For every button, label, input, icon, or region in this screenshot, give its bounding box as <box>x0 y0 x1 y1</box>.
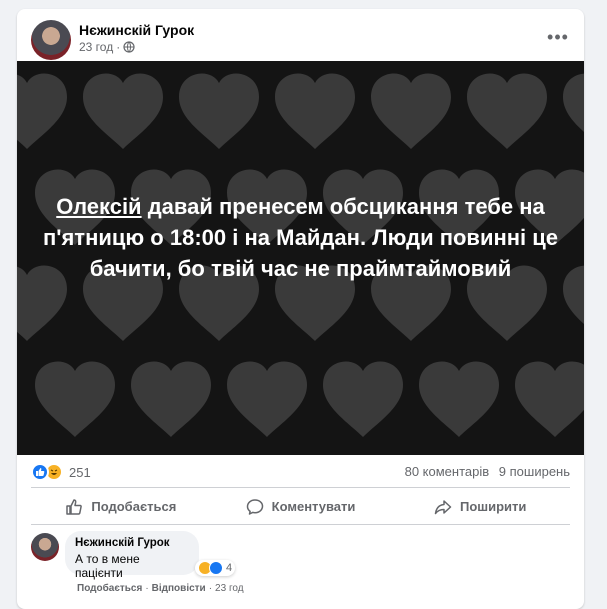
comments-count[interactable]: 80 коментарів <box>405 464 490 479</box>
post-card: Нєжинскій Гурок 23 год · ••• Олексій дав… <box>17 9 584 609</box>
engagement-counts: 80 коментарів 9 поширень <box>405 464 570 479</box>
comment-like-link[interactable]: Подобається <box>77 583 142 594</box>
heart-shape <box>515 361 584 437</box>
globe-icon <box>123 41 135 53</box>
thumbs-up-icon <box>66 498 83 515</box>
action-row: Подобається Коментувати Поширити <box>31 489 570 525</box>
share-arrow-icon <box>434 499 452 514</box>
author-avatar[interactable] <box>31 20 71 60</box>
comment-text: А то в мене пацієнти <box>75 552 140 580</box>
share-button[interactable]: Поширити <box>390 489 570 524</box>
caption-mention[interactable]: Олексій <box>56 194 141 219</box>
comment-icon <box>246 498 263 515</box>
heart-shape <box>179 73 259 149</box>
heart-shape <box>17 73 67 149</box>
heart-shape <box>227 361 307 437</box>
shares-count[interactable]: 9 поширень <box>499 464 570 479</box>
heart-shape <box>131 361 211 437</box>
post-header: Нєжинскій Гурок 23 год · ••• <box>17 9 584 61</box>
heart-shape <box>371 73 451 149</box>
comment-reply-link[interactable]: Відповісти <box>152 583 206 594</box>
like-icon <box>31 463 49 481</box>
heart-shape <box>323 361 403 437</box>
heart-shape <box>275 73 355 149</box>
comment-time[interactable]: 23 год <box>215 583 244 594</box>
stats-bar: 251 80 коментарів 9 поширень <box>31 455 570 488</box>
like-button-label: Подобається <box>91 499 177 514</box>
heart-shape <box>419 361 499 437</box>
post-time[interactable]: 23 год <box>79 40 113 54</box>
like-button[interactable]: Подобається <box>31 489 211 524</box>
post-image[interactable]: Олексій давай пренесем обсцикання тебе н… <box>17 61 584 455</box>
author-name[interactable]: Нєжинскій Гурок <box>79 22 194 38</box>
comment-button[interactable]: Коментувати <box>211 489 391 524</box>
comment-reactions[interactable]: 4 <box>195 560 236 576</box>
post-meta: 23 год · <box>79 40 135 54</box>
post-caption: Олексій давай пренесем обсцикання тебе н… <box>33 191 568 284</box>
heart-shape <box>563 73 584 149</box>
share-button-label: Поширити <box>459 499 527 514</box>
comment-button-label: Коментувати <box>271 499 356 514</box>
comment-reaction-count: 4 <box>226 562 233 574</box>
more-options-icon[interactable]: ••• <box>544 23 572 51</box>
comment-author[interactable]: Нєжинскій Гурок <box>75 537 189 549</box>
heart-shape <box>35 361 115 437</box>
reaction-count: 251 <box>69 464 91 480</box>
comment-bubble: Нєжинскій Гурок А то в мене пацієнти <box>65 531 199 580</box>
heart-shape <box>467 73 547 149</box>
comment-actions: Подобається · Відповісти · 23 год <box>77 583 244 594</box>
heart-shape <box>83 73 163 149</box>
reactions-summary[interactable]: 251 <box>31 463 91 481</box>
like-icon <box>209 561 223 575</box>
comment-avatar[interactable] <box>31 533 59 561</box>
